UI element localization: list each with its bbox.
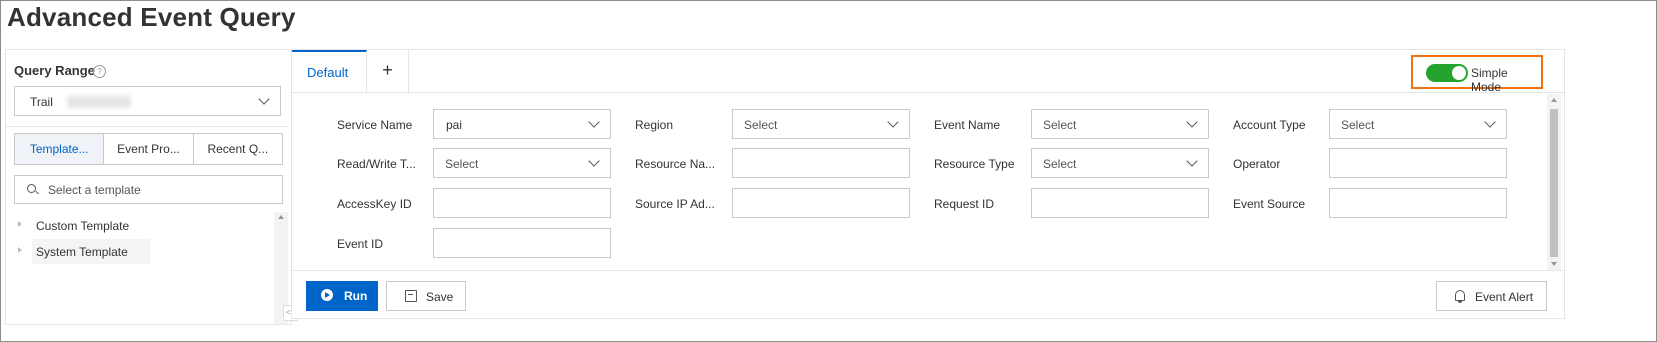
resource-type-select[interactable]: Select <box>1031 148 1209 178</box>
tree-item-custom-template[interactable]: Custom Template <box>6 213 271 238</box>
trail-name-redacted <box>67 96 131 108</box>
field-label-accesskey-id: AccessKey ID <box>337 197 412 211</box>
scroll-up-arrow-icon[interactable] <box>1551 98 1557 102</box>
save-button-label: Save <box>426 290 454 304</box>
chevron-down-icon <box>1484 116 1496 128</box>
add-tab-button[interactable]: + <box>367 50 409 92</box>
event-alert-button-label: Event Alert <box>1475 290 1534 304</box>
service-name-value: pai <box>446 118 463 132</box>
template-search-placeholder: Select a template <box>48 183 141 197</box>
page-title: Advanced Event Query <box>7 2 296 32</box>
simple-mode-highlight: Simple Mode <box>1411 55 1543 94</box>
account-type-select[interactable]: Select <box>1329 109 1507 139</box>
event-id-input[interactable] <box>433 228 611 258</box>
trail-select-label: Trail <box>30 95 53 109</box>
field-label-source-ip: Source IP Ad... <box>635 197 715 211</box>
tab-default[interactable]: Default <box>292 50 367 92</box>
read-write-type-select[interactable]: Select <box>433 148 611 178</box>
chevron-down-icon <box>887 116 899 128</box>
tree-item-label: System Template <box>36 245 128 259</box>
play-circle-icon <box>321 289 333 301</box>
template-segmented-control: Template... Event Pro... Recent Q... <box>14 133 283 165</box>
query-range-panel: Query Range ? Trail Template... Event Pr… <box>5 49 292 325</box>
tree-item-system-template[interactable]: System Template <box>18 239 150 264</box>
read-write-type-placeholder: Select <box>445 157 479 171</box>
event-source-input[interactable] <box>1329 188 1507 218</box>
template-search-input[interactable]: Select a template <box>14 175 283 204</box>
divider <box>6 126 289 127</box>
caret-right-icon[interactable] <box>18 221 22 227</box>
chevron-down-icon <box>588 116 600 128</box>
bell-icon <box>1455 290 1465 303</box>
chevron-down-icon <box>1186 116 1198 128</box>
field-label-event-name: Event Name <box>934 118 1001 132</box>
chevron-down-icon <box>258 93 270 105</box>
query-range-label: Query Range <box>14 63 95 78</box>
query-tabs: Default + Simple Mode <box>292 50 1564 94</box>
toggle-knob <box>1452 66 1466 80</box>
segment-recent-queries[interactable]: Recent Q... <box>194 134 282 164</box>
field-label-resource-name: Resource Na... <box>635 157 716 171</box>
request-id-input[interactable] <box>1031 188 1209 218</box>
question-circle-icon[interactable]: ? <box>93 65 106 78</box>
region-select[interactable]: Select <box>732 109 910 139</box>
segment-templates[interactable]: Template... <box>15 134 105 164</box>
run-button[interactable]: Run <box>306 281 378 311</box>
tab-default-label: Default <box>307 65 349 80</box>
field-label-account-type: Account Type <box>1233 118 1306 132</box>
field-label-operator: Operator <box>1233 157 1281 171</box>
field-label-event-id: Event ID <box>337 237 384 251</box>
chevron-down-icon <box>588 155 600 167</box>
segment-event-properties[interactable]: Event Pro... <box>104 134 194 164</box>
accesskey-id-input[interactable] <box>433 188 611 218</box>
simple-mode-label: Simple Mode <box>1471 66 1508 94</box>
operator-input[interactable] <box>1329 148 1507 178</box>
chevron-down-icon <box>1186 155 1198 167</box>
scroll-up-arrow-icon[interactable] <box>278 215 284 219</box>
field-label-read-write-type: Read/Write T... <box>337 157 416 171</box>
region-placeholder: Select <box>744 118 778 132</box>
simple-mode-toggle[interactable] <box>1426 64 1468 82</box>
field-label-resource-type: Resource Type <box>934 157 1015 171</box>
query-action-bar: Run Save Event Alert <box>292 270 1564 319</box>
scrollbar-thumb[interactable] <box>1550 109 1558 257</box>
caret-right-icon[interactable] <box>18 247 22 253</box>
save-disk-icon <box>405 290 417 302</box>
save-button[interactable]: Save <box>386 281 466 311</box>
field-label-event-source: Event Source <box>1233 197 1306 211</box>
form-scrollbar[interactable] <box>1547 94 1561 270</box>
service-name-select[interactable]: pai <box>433 109 611 139</box>
field-label-request-id: Request ID <box>934 197 995 211</box>
run-button-label: Run <box>344 289 368 303</box>
trail-select[interactable]: Trail <box>14 86 281 116</box>
event-alert-button[interactable]: Event Alert <box>1436 281 1547 311</box>
tree-item-label: Custom Template <box>36 219 130 233</box>
field-label-service-name: Service Name <box>337 118 413 132</box>
resource-name-input[interactable] <box>732 148 910 178</box>
search-icon <box>27 184 36 193</box>
resource-type-placeholder: Select <box>1043 157 1077 171</box>
account-type-placeholder: Select <box>1341 118 1375 132</box>
event-name-placeholder: Select <box>1043 118 1077 132</box>
query-editor-panel: Default + Simple Mode Service Name pai R… <box>291 49 1565 319</box>
source-ip-input[interactable] <box>732 188 910 218</box>
field-label-region: Region <box>635 118 674 132</box>
scroll-down-arrow-icon[interactable] <box>1551 262 1557 266</box>
event-name-select[interactable]: Select <box>1031 109 1209 139</box>
